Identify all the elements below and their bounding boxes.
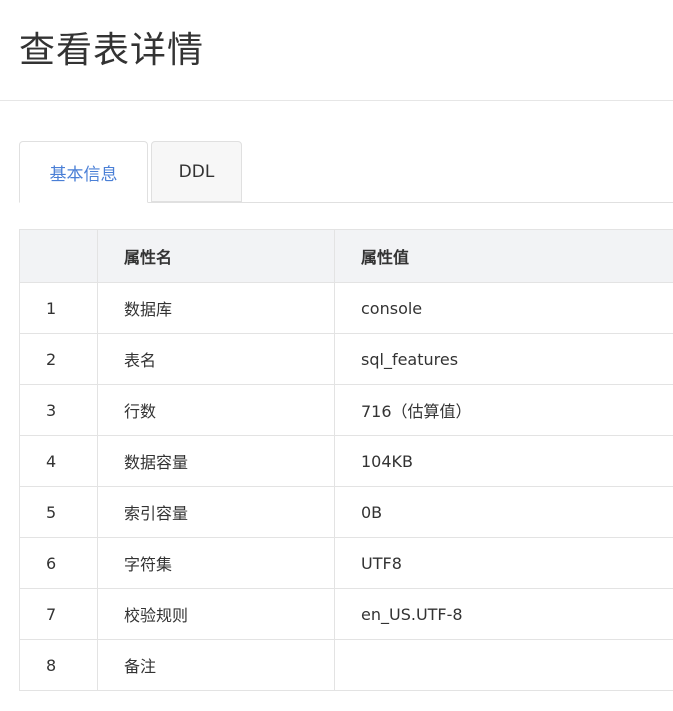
column-header-property-value: 属性值 — [334, 229, 673, 283]
property-value: 716（估算值） — [334, 384, 673, 436]
property-name: 行数 — [97, 384, 335, 436]
property-value: sql_features — [334, 333, 673, 385]
property-name: 备注 — [97, 639, 335, 691]
property-value — [334, 639, 673, 691]
property-value: console — [334, 282, 673, 334]
row-index: 1 — [19, 282, 98, 334]
table-row: 6 字符集 UTF8 — [19, 537, 673, 589]
property-value: en_US.UTF-8 — [334, 588, 673, 640]
row-index: 3 — [19, 384, 98, 436]
tab-basic-info[interactable]: 基本信息 — [19, 141, 148, 203]
table-row: 7 校验规则 en_US.UTF-8 — [19, 588, 673, 640]
page-title: 查看表详情 — [19, 30, 205, 71]
table-row: 4 数据容量 104KB — [19, 435, 673, 487]
table-details-page: 查看表详情 基本信息 DDL 属性名 属性值 1 数据库 console 2 表… — [0, 0, 673, 711]
table-row: 2 表名 sql_features — [19, 333, 673, 385]
row-index: 5 — [19, 486, 98, 538]
tab-bar: 基本信息 DDL — [19, 141, 673, 203]
table-header-row: 属性名 属性值 — [19, 229, 673, 283]
table-row: 3 行数 716（估算值） — [19, 384, 673, 436]
column-header-property-name: 属性名 — [97, 229, 335, 283]
row-index: 6 — [19, 537, 98, 589]
property-name: 索引容量 — [97, 486, 335, 538]
tab-ddl[interactable]: DDL — [151, 141, 242, 202]
table-row: 5 索引容量 0B — [19, 486, 673, 538]
title-divider — [0, 100, 673, 101]
properties-table: 属性名 属性值 1 数据库 console 2 表名 sql_features … — [19, 229, 673, 691]
column-header-index — [19, 229, 98, 283]
row-index: 8 — [19, 639, 98, 691]
property-value: 104KB — [334, 435, 673, 487]
property-value: 0B — [334, 486, 673, 538]
property-name: 校验规则 — [97, 588, 335, 640]
property-name: 数据容量 — [97, 435, 335, 487]
property-value: UTF8 — [334, 537, 673, 589]
row-index: 4 — [19, 435, 98, 487]
property-name: 表名 — [97, 333, 335, 385]
table-row: 1 数据库 console — [19, 282, 673, 334]
property-name: 数据库 — [97, 282, 335, 334]
row-index: 7 — [19, 588, 98, 640]
row-index: 2 — [19, 333, 98, 385]
table-row: 8 备注 — [19, 639, 673, 691]
property-name: 字符集 — [97, 537, 335, 589]
